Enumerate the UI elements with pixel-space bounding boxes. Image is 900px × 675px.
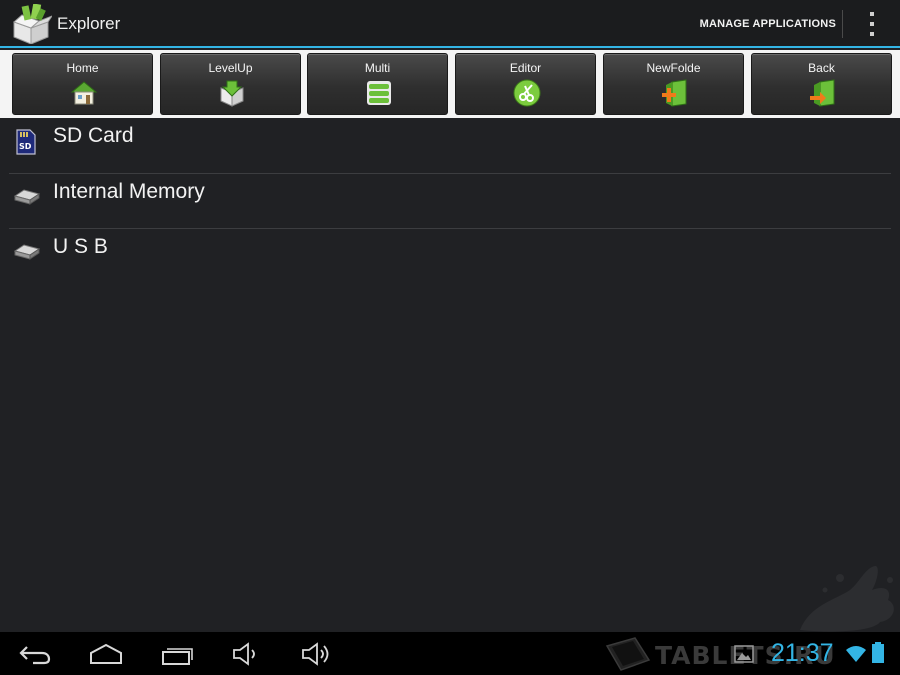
level-up-icon (220, 80, 244, 107)
wifi-icon (846, 646, 866, 662)
home-icon (70, 81, 98, 105)
editor-button-label: Editor (509, 61, 542, 75)
editor-button[interactable]: Editor (455, 53, 596, 115)
recent-apps-icon[interactable] (160, 644, 194, 666)
multi-select-icon (367, 81, 391, 105)
new-folder-button[interactable]: NewFolde (603, 53, 744, 115)
screenshot-icon (734, 645, 754, 663)
home-button[interactable]: Home (12, 53, 153, 115)
level-up-button[interactable]: LevelUp (160, 53, 301, 115)
action-bar: Explorer MANAGE APPLICATIONS (0, 0, 900, 48)
list-item-sd-card[interactable]: SD SD Card (0, 118, 900, 174)
list-item-label: SD Card (53, 124, 134, 147)
editor-icon (513, 79, 541, 107)
home-button-label: Home (66, 61, 99, 75)
back-button-label: Back (808, 61, 835, 75)
watermark-splat-icon (800, 565, 894, 632)
tablet-watermark-icon (605, 637, 651, 671)
app-title: Explorer (57, 14, 121, 33)
system-bar: TABLETS.RU 21:37 (0, 632, 900, 675)
new-folder-icon (662, 79, 687, 107)
multi-button-label: Multi (364, 61, 391, 75)
back-button[interactable]: Back (751, 53, 892, 115)
list-item-internal-memory[interactable]: Internal Memory (0, 174, 900, 229)
list-item-label: U S B (53, 235, 108, 258)
toolbar: Home LevelUp Multi Editor NewFolde Back (0, 50, 900, 118)
drive-icon (14, 244, 40, 260)
list-item-label: Internal Memory (53, 179, 205, 203)
drive-icon (14, 188, 40, 205)
back-icon[interactable] (18, 643, 52, 665)
volume-down-icon[interactable] (231, 641, 261, 667)
list-item-usb[interactable]: U S B (0, 229, 900, 285)
manage-applications-button[interactable]: MANAGE APPLICATIONS (700, 18, 836, 30)
home-icon[interactable] (88, 643, 124, 665)
volume-up-icon[interactable] (300, 641, 332, 667)
back-icon (810, 79, 835, 107)
clock: 21:37 (771, 639, 834, 667)
svg-text:SD: SD (19, 142, 32, 151)
app-logo-icon[interactable] (10, 4, 52, 44)
new-folder-button-label: NewFolde (646, 61, 701, 75)
battery-icon (872, 642, 884, 663)
level-up-button-label: LevelUp (208, 61, 253, 75)
sd-card-icon: SD (16, 129, 36, 155)
action-bar-divider (842, 10, 843, 38)
multi-button[interactable]: Multi (307, 53, 448, 115)
overflow-menu-icon[interactable] (864, 12, 880, 36)
storage-list: SD SD Card Internal Memory U S B (0, 118, 900, 285)
